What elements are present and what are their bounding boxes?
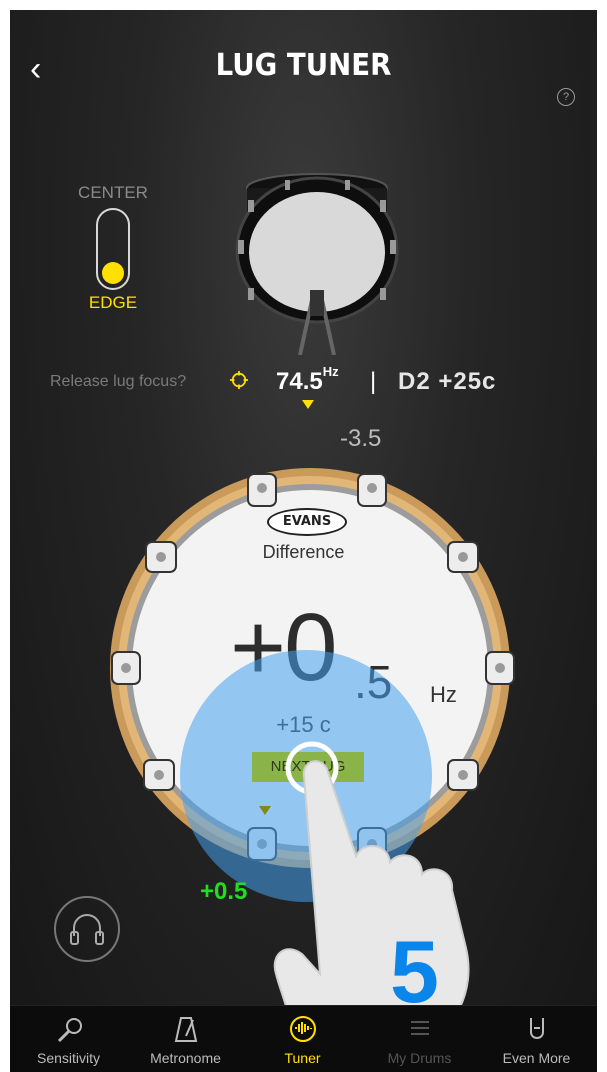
- help-icon[interactable]: ?: [557, 88, 575, 106]
- rock-hand-icon: [530, 1018, 544, 1039]
- tuner-icon: [290, 1016, 316, 1042]
- release-lug-focus-link[interactable]: Release lug focus?: [50, 373, 186, 391]
- tab-my-drums[interactable]: My Drums: [361, 1006, 478, 1072]
- frequency-value: 74.5Hz: [276, 364, 339, 396]
- tab-label: My Drums: [387, 1050, 452, 1066]
- tab-metronome[interactable]: Metronome: [127, 1006, 244, 1072]
- headphones-icon: [70, 914, 104, 945]
- page-title: LUG TUNER: [215, 48, 392, 83]
- tab-label: Sensitivity: [36, 1050, 101, 1066]
- note-readout: D2 +25c: [398, 368, 497, 395]
- tab-tuner[interactable]: Tuner: [244, 1006, 361, 1072]
- tab-label: Even More: [502, 1050, 571, 1066]
- frequency-pointer-icon: [302, 400, 314, 409]
- top-lug-difference: -3.5: [340, 425, 382, 452]
- tab-label: Tuner: [284, 1050, 321, 1066]
- toggle-knob[interactable]: [102, 262, 124, 284]
- frequency-readout-row: Release lug focus? 74.5Hz | D2 +25c: [10, 364, 597, 398]
- bottom-tab-bar: Sensitivity Metronome Tuner My Drums Eve…: [10, 1005, 597, 1072]
- difference-unit: Hz: [430, 682, 457, 707]
- metronome-icon: [174, 1017, 198, 1042]
- tab-sensitivity[interactable]: Sensitivity: [10, 1006, 127, 1072]
- separator: |: [370, 368, 377, 395]
- headphones-button[interactable]: [54, 896, 120, 962]
- center-edge-toggle[interactable]: [96, 208, 130, 290]
- microphone-icon: [57, 1018, 82, 1043]
- current-lug-difference: +0.5: [200, 878, 248, 905]
- target-icon[interactable]: [230, 371, 248, 389]
- tutorial-step-number: 5: [390, 922, 439, 1021]
- tab-label: Metronome: [150, 1050, 221, 1066]
- frequency-unit: Hz: [322, 364, 339, 379]
- lug-tuner-screen: ‹ LUG TUNER ? CENTER EDGE Release lug fo…: [10, 10, 597, 1072]
- bass-drum-image: [235, 173, 399, 355]
- evans-logo: EVANS: [267, 508, 347, 536]
- tab-even-more[interactable]: Even More: [478, 1006, 595, 1072]
- my-drums-icon: [411, 1021, 429, 1035]
- frequency-number: 74.5: [276, 368, 323, 395]
- difference-label: Difference: [262, 542, 345, 562]
- center-mode-label[interactable]: CENTER: [68, 183, 158, 203]
- edge-mode-label[interactable]: EDGE: [68, 293, 158, 313]
